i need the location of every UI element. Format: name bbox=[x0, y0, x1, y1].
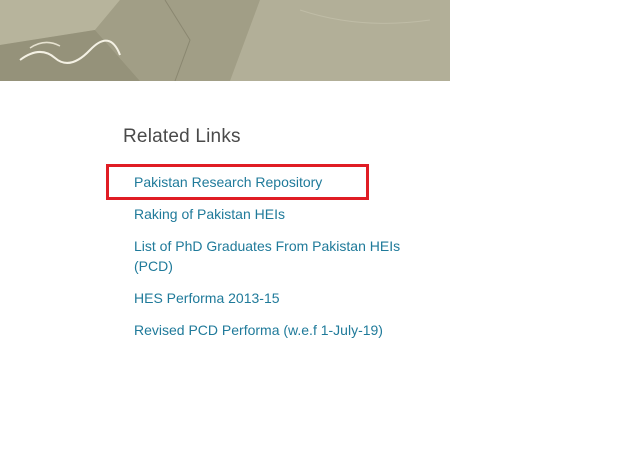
list-item: List of PhD Graduates From Pakistan HEIs… bbox=[134, 236, 414, 276]
banner-artwork bbox=[0, 0, 450, 81]
link-phd-graduates-list[interactable]: List of PhD Graduates From Pakistan HEIs… bbox=[134, 236, 414, 276]
page: Related Links Pakistan Research Reposito… bbox=[0, 0, 620, 466]
related-links-title: Related Links bbox=[123, 126, 241, 147]
list-item: Raking of Pakistan HEIs bbox=[134, 204, 414, 224]
link-revised-pcd-performa[interactable]: Revised PCD Performa (w.e.f 1-July-19) bbox=[134, 320, 414, 340]
list-item: HES Performa 2013-15 bbox=[134, 288, 414, 308]
link-hes-performa[interactable]: HES Performa 2013-15 bbox=[134, 288, 414, 308]
list-item: Revised PCD Performa (w.e.f 1-July-19) bbox=[134, 320, 414, 340]
link-ranking-pakistan-heis[interactable]: Raking of Pakistan HEIs bbox=[134, 204, 414, 224]
highlight-box bbox=[106, 164, 369, 200]
related-links-section: Related Links bbox=[123, 125, 423, 149]
header-banner-image bbox=[0, 0, 450, 81]
